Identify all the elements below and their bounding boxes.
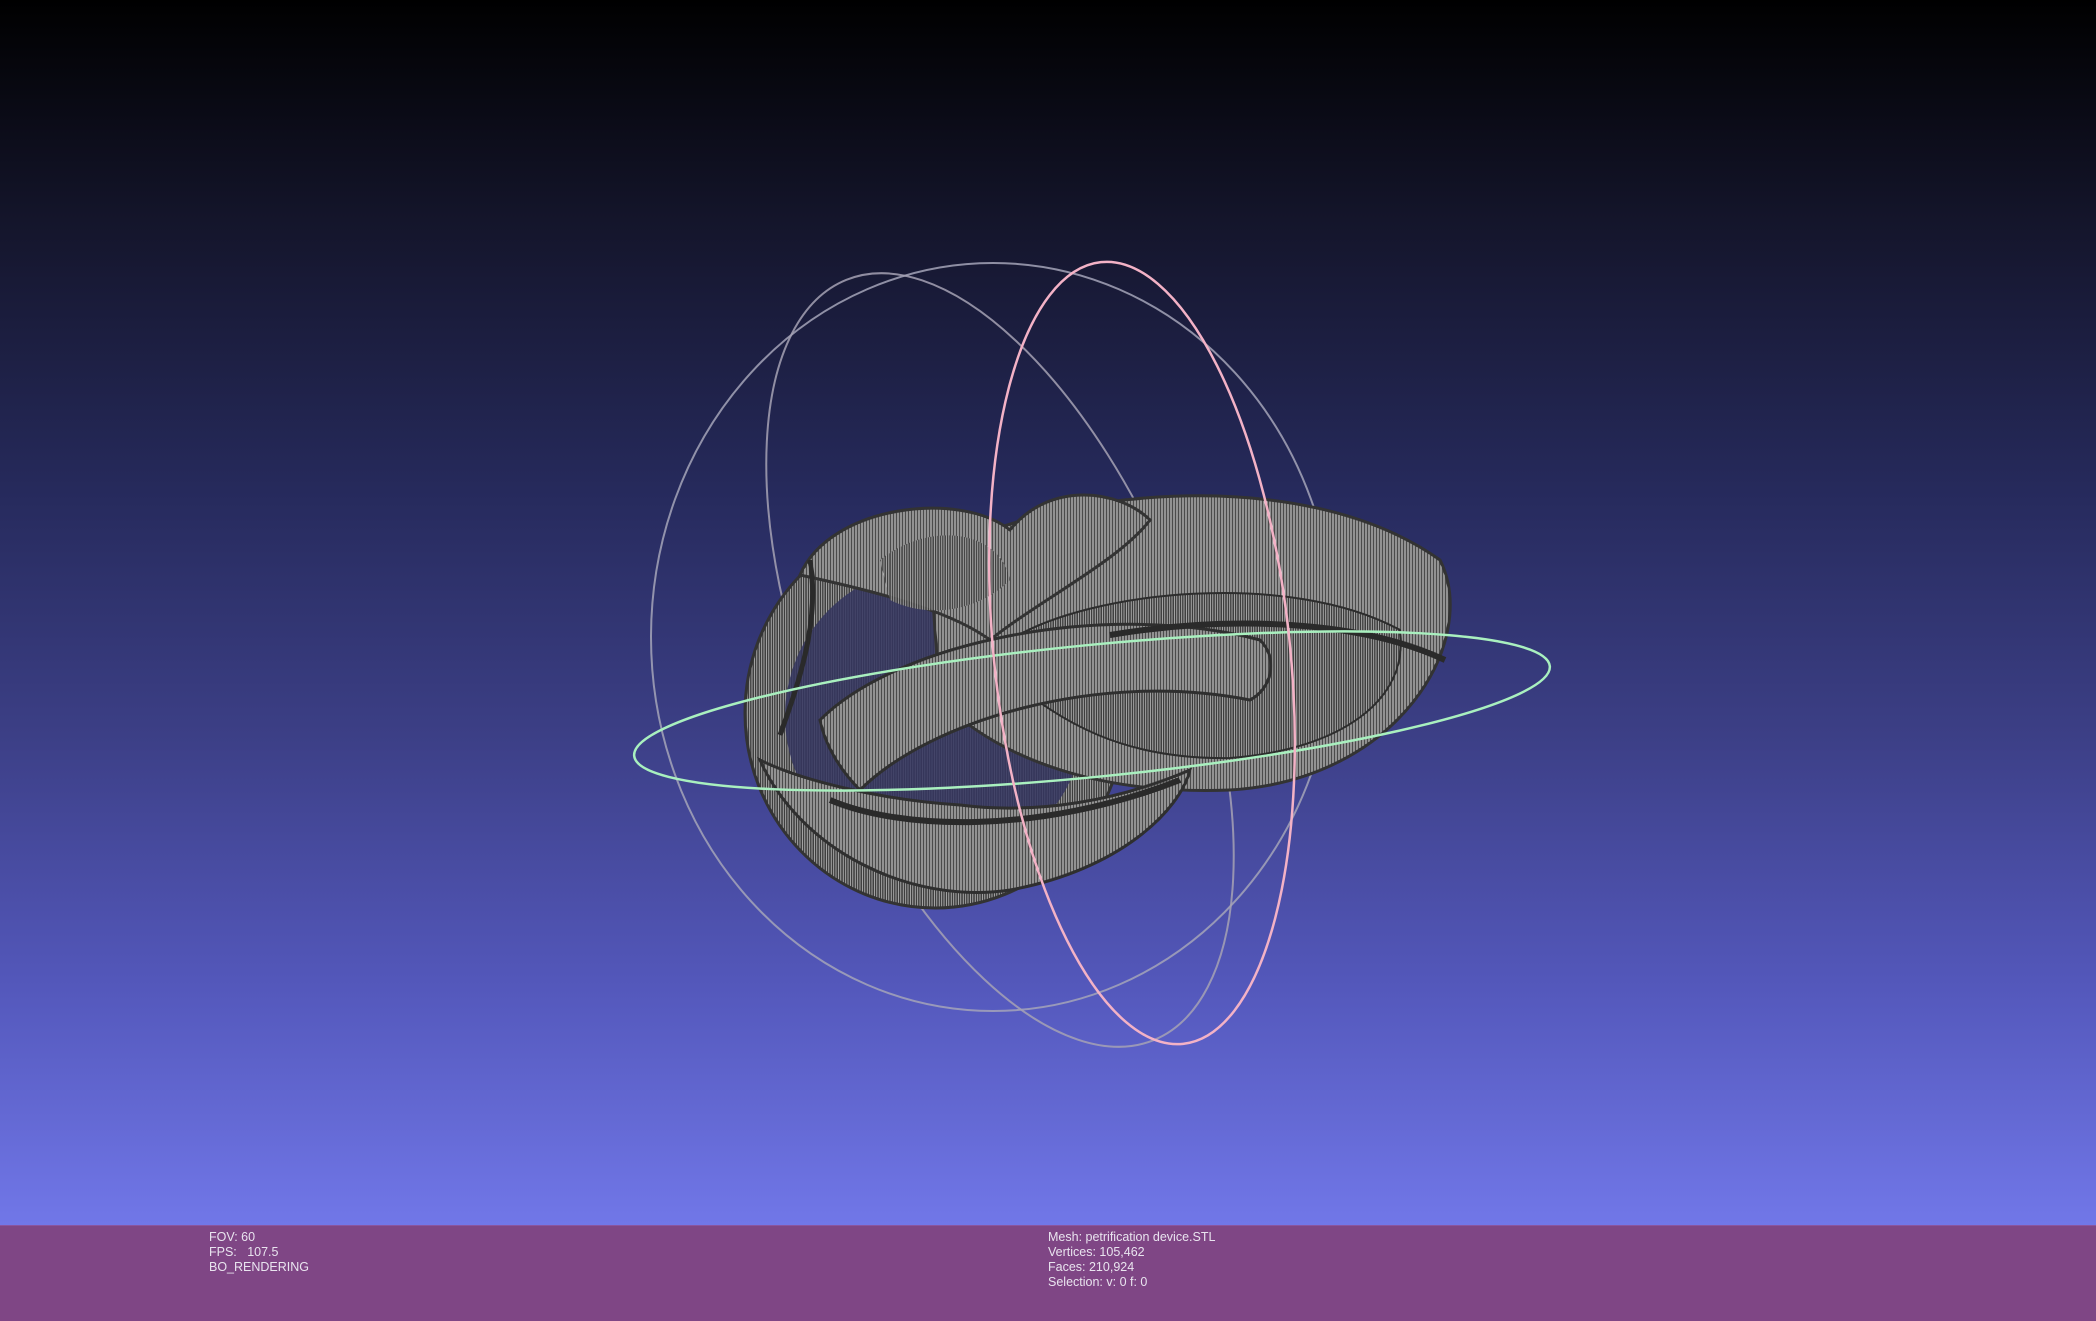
render-info: FOV: 60 FPS: 107.5 BO_RENDERING <box>209 1230 309 1275</box>
mesh-name-label: Mesh: petrification device.STL <box>1048 1230 1216 1244</box>
status-bar: FOV: 60 FPS: 107.5 BO_RENDERING Mesh: pe… <box>0 1225 2096 1321</box>
render-mode-label: BO_RENDERING <box>209 1260 310 1274</box>
selection-label: Selection: v: 0 f: 0 <box>1048 1275 1148 1289</box>
faces-label: Faces: 210,924 <box>1048 1260 1135 1274</box>
mesh-info: Mesh: petrification device.STL Vertices:… <box>1048 1230 1215 1290</box>
mesh-model[interactable] <box>743 493 1452 910</box>
scene-canvas[interactable] <box>0 0 2096 1225</box>
fov-label: FOV: 60 <box>209 1230 256 1244</box>
fps-label: FPS: 107.5 <box>209 1245 279 1259</box>
3d-viewport[interactable] <box>0 0 2096 1225</box>
vertices-label: Vertices: 105,462 <box>1048 1245 1145 1259</box>
